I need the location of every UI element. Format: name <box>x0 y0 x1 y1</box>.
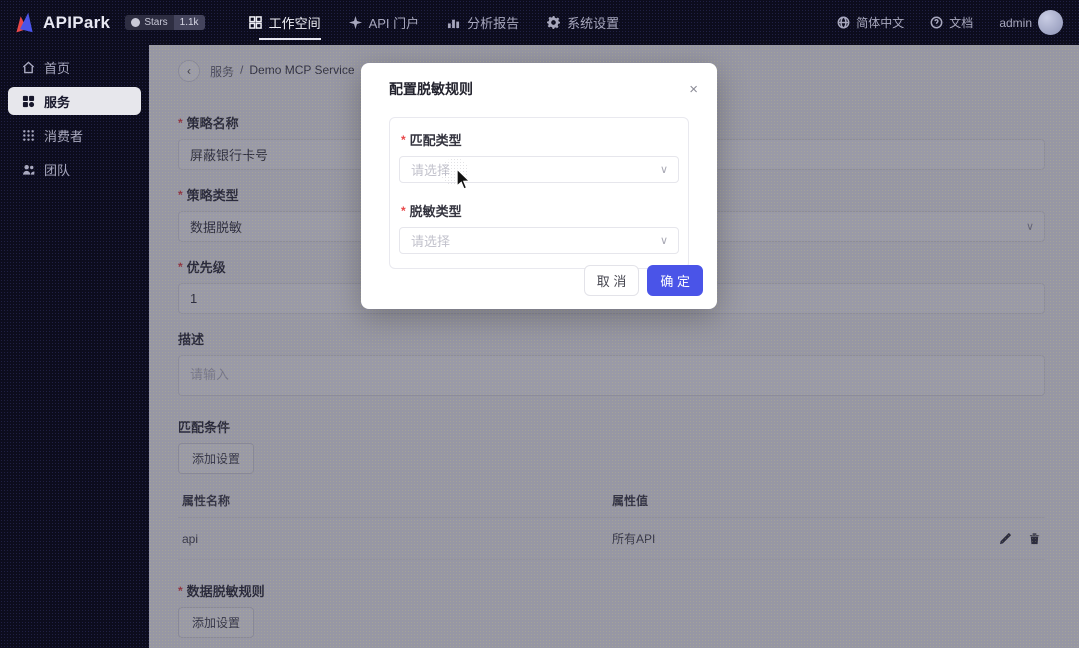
sidebar-item-label: 首页 <box>44 60 71 76</box>
required-asterisk: * <box>401 203 406 218</box>
sidebar-item-services[interactable]: 服务 <box>8 87 141 115</box>
sidebar: 首页 服务 消费者 团队 <box>0 45 149 648</box>
masking-type-select[interactable]: 请选择 ∨ <box>399 227 679 254</box>
docs-link[interactable]: 文档 <box>930 14 973 31</box>
logo-text: APIPark <box>43 12 111 32</box>
logo[interactable]: APIPark Stars 1.1k <box>0 11 205 33</box>
language-label: 简体中文 <box>856 16 905 30</box>
masking-type-label: 脱敏类型 <box>409 204 462 219</box>
services-icon <box>22 95 35 107</box>
chevron-down-icon: ∨ <box>659 164 668 176</box>
github-star-label: Stars <box>144 17 168 28</box>
main-nav: 工作空间 API 门户 分析报告 系统设置 <box>235 0 634 45</box>
sidebar-item-teams[interactable]: 团队 <box>8 155 141 183</box>
language-switcher[interactable]: 简体中文 <box>837 14 904 31</box>
chevron-down-icon: ∨ <box>659 235 668 247</box>
sidebar-item-label: 团队 <box>44 162 71 178</box>
top-navbar: APIPark Stars 1.1k 工作空间 API 门户 分析报告 系统设置 <box>0 0 1079 45</box>
masking-type-placeholder: 请选择 <box>411 234 451 249</box>
mouse-cursor <box>456 168 472 190</box>
avatar <box>1038 10 1063 35</box>
gear-icon <box>547 16 561 29</box>
github-star-badge[interactable]: Stars 1.1k <box>125 15 205 30</box>
nav-item-analytics[interactable]: 分析报告 <box>433 0 533 45</box>
user-menu[interactable]: admin <box>999 10 1063 35</box>
github-star-count: 1.1k <box>173 15 205 30</box>
masking-rule-modal: 配置脱敏规则 × * 匹配类型 请选择 ∨ * 脱敏类型 请选择 ∨ 取 消 确 定 <box>361 63 717 309</box>
sidebar-item-consumers[interactable]: 消费者 <box>8 121 141 149</box>
modal-field-group: * 匹配类型 请选择 ∨ * 脱敏类型 请选择 ∨ <box>389 117 689 269</box>
workspace-grid-icon <box>248 16 262 29</box>
globe-icon <box>837 16 850 29</box>
nav-item-label: 分析报告 <box>467 16 520 31</box>
home-icon <box>22 60 35 73</box>
match-type-label: 匹配类型 <box>409 133 462 148</box>
nav-item-label: 系统设置 <box>567 16 620 31</box>
sidebar-item-label: 消费者 <box>44 128 84 144</box>
nav-item-label: API 门户 <box>368 16 420 31</box>
nav-item-api-portal[interactable]: API 门户 <box>335 0 434 45</box>
consumers-icon <box>23 129 34 141</box>
docs-label: 文档 <box>949 16 974 30</box>
bar-chart-icon <box>448 19 460 29</box>
nav-item-settings[interactable]: 系统设置 <box>533 0 633 45</box>
github-icon <box>131 18 141 27</box>
modal-cancel-button[interactable]: 取 消 <box>583 265 640 296</box>
modal-confirm-button[interactable]: 确 定 <box>647 265 703 296</box>
portal-sparkle-icon <box>348 16 362 29</box>
sidebar-item-label: 服务 <box>44 94 71 110</box>
nav-item-workspace[interactable]: 工作空间 <box>235 0 335 45</box>
modal-title: 配置脱敏规则 <box>389 81 473 97</box>
username: admin <box>999 15 1032 30</box>
app-window: APIPark Stars 1.1k 工作空间 API 门户 分析报告 系统设置 <box>0 0 1079 648</box>
help-icon <box>930 16 943 29</box>
teams-icon <box>22 164 35 175</box>
close-icon[interactable]: × <box>689 82 698 97</box>
required-asterisk: * <box>401 132 406 147</box>
navbar-right: 简体中文 文档 admin <box>837 10 1079 35</box>
sidebar-item-home[interactable]: 首页 <box>8 53 141 81</box>
apipark-logo-icon <box>12 11 37 33</box>
nav-item-label: 工作空间 <box>268 16 321 31</box>
